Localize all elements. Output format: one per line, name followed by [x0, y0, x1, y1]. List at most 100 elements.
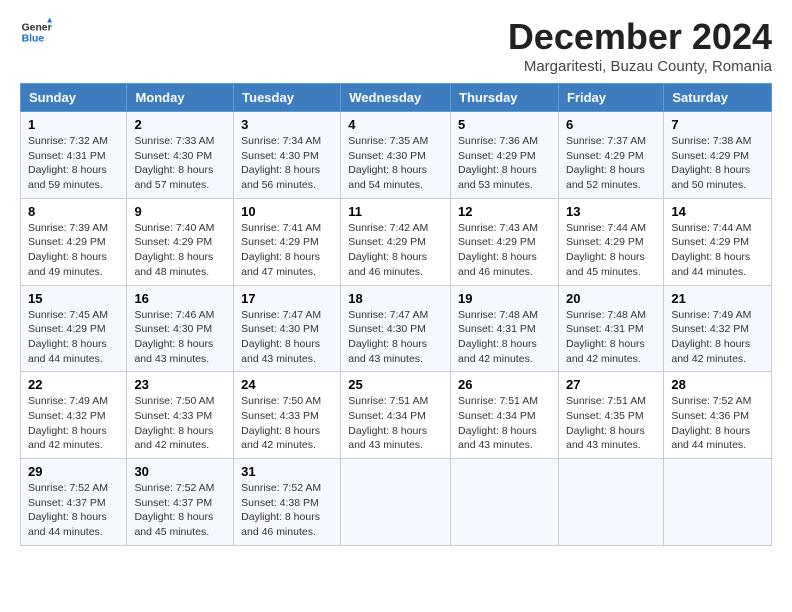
- calendar-cell: 16 Sunrise: 7:46 AMSunset: 4:30 PMDaylig…: [127, 285, 234, 372]
- day-number: 22: [28, 377, 119, 392]
- calendar-cell: [451, 459, 559, 546]
- calendar-cell: 14 Sunrise: 7:44 AMSunset: 4:29 PMDaylig…: [664, 198, 772, 285]
- day-info: Sunrise: 7:52 AMSunset: 4:37 PMDaylight:…: [134, 482, 214, 538]
- calendar-week-row: 22 Sunrise: 7:49 AMSunset: 4:32 PMDaylig…: [21, 372, 772, 459]
- day-number: 11: [348, 204, 443, 219]
- day-number: 30: [134, 464, 226, 479]
- day-number: 23: [134, 377, 226, 392]
- day-number: 13: [566, 204, 656, 219]
- calendar-cell: 22 Sunrise: 7:49 AMSunset: 4:32 PMDaylig…: [21, 372, 127, 459]
- day-number: 26: [458, 377, 551, 392]
- calendar-cell: 5 Sunrise: 7:36 AMSunset: 4:29 PMDayligh…: [451, 112, 559, 199]
- day-number: 14: [671, 204, 764, 219]
- day-number: 20: [566, 291, 656, 306]
- day-info: Sunrise: 7:43 AMSunset: 4:29 PMDaylight:…: [458, 222, 538, 278]
- weekday-header-row: SundayMondayTuesdayWednesdayThursdayFrid…: [21, 84, 772, 112]
- calendar-cell: 24 Sunrise: 7:50 AMSunset: 4:33 PMDaylig…: [234, 372, 341, 459]
- calendar-cell: 4 Sunrise: 7:35 AMSunset: 4:30 PMDayligh…: [341, 112, 451, 199]
- calendar-cell: [664, 459, 772, 546]
- day-number: 25: [348, 377, 443, 392]
- weekday-header-monday: Monday: [127, 84, 234, 112]
- calendar-cell: 21 Sunrise: 7:49 AMSunset: 4:32 PMDaylig…: [664, 285, 772, 372]
- day-info: Sunrise: 7:46 AMSunset: 4:30 PMDaylight:…: [134, 309, 214, 365]
- calendar-cell: 31 Sunrise: 7:52 AMSunset: 4:38 PMDaylig…: [234, 459, 341, 546]
- calendar-cell: 11 Sunrise: 7:42 AMSunset: 4:29 PMDaylig…: [341, 198, 451, 285]
- calendar-cell: 6 Sunrise: 7:37 AMSunset: 4:29 PMDayligh…: [558, 112, 663, 199]
- day-info: Sunrise: 7:48 AMSunset: 4:31 PMDaylight:…: [566, 309, 646, 365]
- day-info: Sunrise: 7:37 AMSunset: 4:29 PMDaylight:…: [566, 135, 646, 191]
- day-number: 21: [671, 291, 764, 306]
- weekday-header-thursday: Thursday: [451, 84, 559, 112]
- calendar-cell: 18 Sunrise: 7:47 AMSunset: 4:30 PMDaylig…: [341, 285, 451, 372]
- day-info: Sunrise: 7:33 AMSunset: 4:30 PMDaylight:…: [134, 135, 214, 191]
- day-number: 5: [458, 117, 551, 132]
- day-info: Sunrise: 7:51 AMSunset: 4:34 PMDaylight:…: [348, 395, 428, 451]
- calendar-cell: 20 Sunrise: 7:48 AMSunset: 4:31 PMDaylig…: [558, 285, 663, 372]
- day-info: Sunrise: 7:34 AMSunset: 4:30 PMDaylight:…: [241, 135, 321, 191]
- calendar-cell: 13 Sunrise: 7:44 AMSunset: 4:29 PMDaylig…: [558, 198, 663, 285]
- day-number: 16: [134, 291, 226, 306]
- day-number: 4: [348, 117, 443, 132]
- day-number: 27: [566, 377, 656, 392]
- calendar-table: SundayMondayTuesdayWednesdayThursdayFrid…: [20, 83, 772, 546]
- title-area: December 2024 Margaritesti, Buzau County…: [508, 16, 772, 75]
- day-number: 10: [241, 204, 333, 219]
- day-info: Sunrise: 7:41 AMSunset: 4:29 PMDaylight:…: [241, 222, 321, 278]
- calendar-week-row: 1 Sunrise: 7:32 AMSunset: 4:31 PMDayligh…: [21, 112, 772, 199]
- calendar-cell: 26 Sunrise: 7:51 AMSunset: 4:34 PMDaylig…: [451, 372, 559, 459]
- calendar-cell: 28 Sunrise: 7:52 AMSunset: 4:36 PMDaylig…: [664, 372, 772, 459]
- calendar-cell: 9 Sunrise: 7:40 AMSunset: 4:29 PMDayligh…: [127, 198, 234, 285]
- day-number: 6: [566, 117, 656, 132]
- day-info: Sunrise: 7:51 AMSunset: 4:34 PMDaylight:…: [458, 395, 538, 451]
- logo: General Blue: [20, 16, 52, 48]
- day-info: Sunrise: 7:38 AMSunset: 4:29 PMDaylight:…: [671, 135, 751, 191]
- day-number: 29: [28, 464, 119, 479]
- weekday-header-saturday: Saturday: [664, 84, 772, 112]
- svg-text:Blue: Blue: [22, 34, 45, 45]
- day-number: 7: [671, 117, 764, 132]
- day-number: 24: [241, 377, 333, 392]
- calendar-cell: 25 Sunrise: 7:51 AMSunset: 4:34 PMDaylig…: [341, 372, 451, 459]
- calendar-week-row: 29 Sunrise: 7:52 AMSunset: 4:37 PMDaylig…: [21, 459, 772, 546]
- day-info: Sunrise: 7:36 AMSunset: 4:29 PMDaylight:…: [458, 135, 538, 191]
- day-info: Sunrise: 7:52 AMSunset: 4:38 PMDaylight:…: [241, 482, 321, 538]
- calendar-cell: 2 Sunrise: 7:33 AMSunset: 4:30 PMDayligh…: [127, 112, 234, 199]
- day-number: 2: [134, 117, 226, 132]
- day-number: 17: [241, 291, 333, 306]
- calendar-cell: 12 Sunrise: 7:43 AMSunset: 4:29 PMDaylig…: [451, 198, 559, 285]
- day-number: 3: [241, 117, 333, 132]
- day-info: Sunrise: 7:39 AMSunset: 4:29 PMDaylight:…: [28, 222, 108, 278]
- day-info: Sunrise: 7:42 AMSunset: 4:29 PMDaylight:…: [348, 222, 428, 278]
- header: General Blue December 2024 Margaritesti,…: [20, 16, 772, 75]
- calendar-cell: 15 Sunrise: 7:45 AMSunset: 4:29 PMDaylig…: [21, 285, 127, 372]
- day-info: Sunrise: 7:50 AMSunset: 4:33 PMDaylight:…: [134, 395, 214, 451]
- day-info: Sunrise: 7:44 AMSunset: 4:29 PMDaylight:…: [566, 222, 646, 278]
- calendar-week-row: 8 Sunrise: 7:39 AMSunset: 4:29 PMDayligh…: [21, 198, 772, 285]
- calendar-cell: 1 Sunrise: 7:32 AMSunset: 4:31 PMDayligh…: [21, 112, 127, 199]
- day-number: 18: [348, 291, 443, 306]
- day-number: 19: [458, 291, 551, 306]
- weekday-header-sunday: Sunday: [21, 84, 127, 112]
- calendar-week-row: 15 Sunrise: 7:45 AMSunset: 4:29 PMDaylig…: [21, 285, 772, 372]
- day-info: Sunrise: 7:35 AMSunset: 4:30 PMDaylight:…: [348, 135, 428, 191]
- calendar-cell: 3 Sunrise: 7:34 AMSunset: 4:30 PMDayligh…: [234, 112, 341, 199]
- day-info: Sunrise: 7:49 AMSunset: 4:32 PMDaylight:…: [28, 395, 108, 451]
- day-number: 15: [28, 291, 119, 306]
- day-number: 8: [28, 204, 119, 219]
- calendar-cell: 27 Sunrise: 7:51 AMSunset: 4:35 PMDaylig…: [558, 372, 663, 459]
- calendar-cell: 8 Sunrise: 7:39 AMSunset: 4:29 PMDayligh…: [21, 198, 127, 285]
- weekday-header-tuesday: Tuesday: [234, 84, 341, 112]
- calendar-cell: 17 Sunrise: 7:47 AMSunset: 4:30 PMDaylig…: [234, 285, 341, 372]
- day-info: Sunrise: 7:48 AMSunset: 4:31 PMDaylight:…: [458, 309, 538, 365]
- weekday-header-wednesday: Wednesday: [341, 84, 451, 112]
- day-number: 1: [28, 117, 119, 132]
- day-info: Sunrise: 7:52 AMSunset: 4:36 PMDaylight:…: [671, 395, 751, 451]
- day-info: Sunrise: 7:32 AMSunset: 4:31 PMDaylight:…: [28, 135, 108, 191]
- calendar-cell: 10 Sunrise: 7:41 AMSunset: 4:29 PMDaylig…: [234, 198, 341, 285]
- calendar-cell: [341, 459, 451, 546]
- calendar-cell: 29 Sunrise: 7:52 AMSunset: 4:37 PMDaylig…: [21, 459, 127, 546]
- weekday-header-friday: Friday: [558, 84, 663, 112]
- calendar-cell: [558, 459, 663, 546]
- day-info: Sunrise: 7:52 AMSunset: 4:37 PMDaylight:…: [28, 482, 108, 538]
- calendar-cell: 19 Sunrise: 7:48 AMSunset: 4:31 PMDaylig…: [451, 285, 559, 372]
